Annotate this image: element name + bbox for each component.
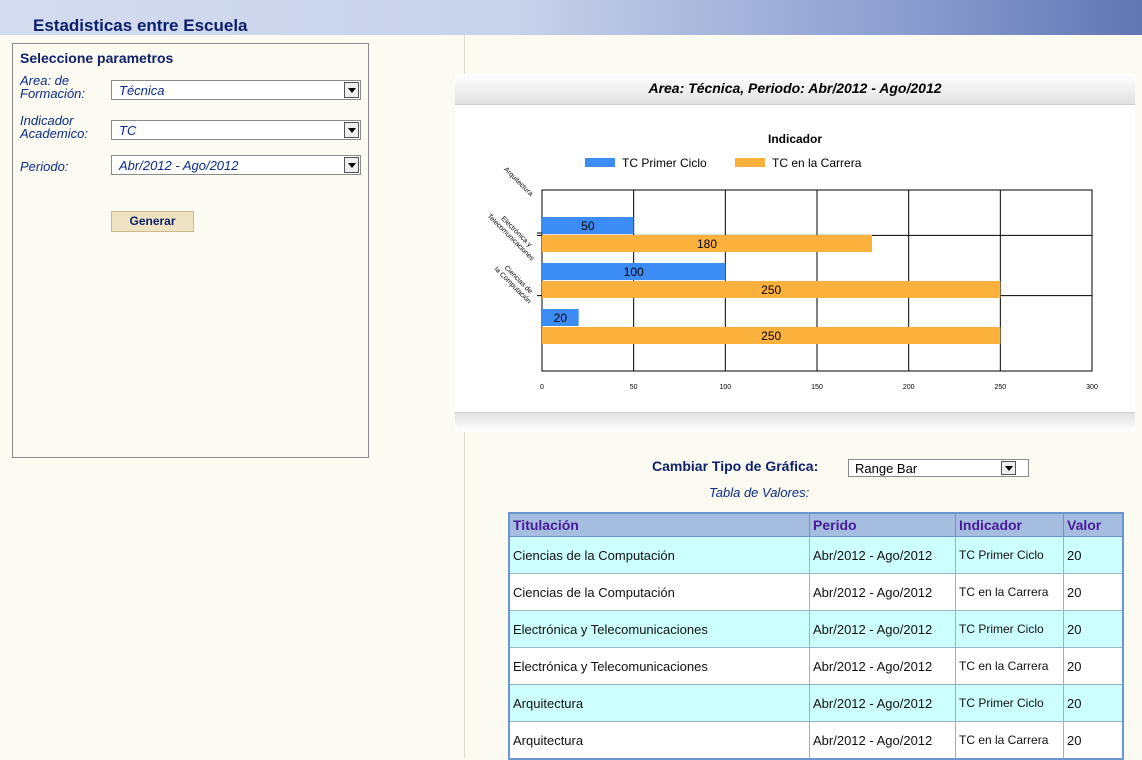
x-tick-label: 200 xyxy=(903,384,915,391)
parameters-header: Seleccione parametros xyxy=(20,50,174,66)
column-header-titulacion: Titulación xyxy=(508,512,810,537)
chart-header-bar: Area: Técnica, Periodo: Abr/2012 - Ago/2… xyxy=(455,74,1135,105)
cell-titulacion: Electrónica y Telecomunicaciones xyxy=(508,610,810,648)
bar-label: 250 xyxy=(761,329,781,343)
column-header-valor: Valor xyxy=(1063,512,1124,537)
bar-label: 50 xyxy=(581,219,595,233)
values-table: Titulación Perido Indicador Valor Cienci… xyxy=(508,512,1124,760)
cell-valor: 20 xyxy=(1063,684,1124,722)
parameters-panel: Seleccione parametros Area: de Formación… xyxy=(12,43,369,458)
chart-header: Area: Técnica, Periodo: Abr/2012 - Ago/2… xyxy=(648,80,942,96)
cell-indicador: TC Primer Ciclo xyxy=(955,536,1064,574)
chart-type-value: Range Bar xyxy=(855,461,918,476)
cell-titulacion: Arquitectura xyxy=(508,684,810,722)
bar-label: 100 xyxy=(624,265,644,279)
cell-periodo: Abr/2012 - Ago/2012 xyxy=(809,573,956,611)
chart-container: Area: Técnica, Periodo: Abr/2012 - Ago/2… xyxy=(455,74,1135,432)
cell-periodo: Abr/2012 - Ago/2012 xyxy=(809,647,956,685)
cell-valor: 20 xyxy=(1063,721,1124,760)
x-tick-label: 250 xyxy=(994,384,1006,391)
bar-label: 250 xyxy=(761,283,781,297)
cell-titulacion: Ciencias de la Computación xyxy=(508,573,810,611)
cell-valor: 20 xyxy=(1063,573,1124,611)
chevron-down-icon[interactable] xyxy=(1001,461,1016,475)
x-tick-label: 300 xyxy=(1086,384,1098,391)
cell-titulacion: Ciencias de la Computación xyxy=(508,536,810,574)
table-caption: Tabla de Valores: xyxy=(709,485,810,500)
table-row: Ciencias de la Computación Abr/2012 - Ag… xyxy=(508,536,1124,574)
chart-title: Indicador xyxy=(768,132,822,146)
title-bar: Estadisticas entre Escuela xyxy=(0,0,1142,35)
table-row: Ciencias de la Computación Abr/2012 - Ag… xyxy=(508,573,1124,611)
legend-swatch xyxy=(585,158,615,167)
cell-indicador: TC en la Carrera xyxy=(955,647,1064,685)
y-category-label: Arquitectura xyxy=(502,166,534,198)
x-tick-label: 100 xyxy=(719,384,731,391)
area-select[interactable]: Técnica xyxy=(111,80,361,100)
indicador-select[interactable]: TC xyxy=(111,120,361,140)
chevron-down-icon[interactable] xyxy=(344,122,359,138)
periodo-select[interactable]: Abr/2012 - Ago/2012 xyxy=(111,155,361,175)
legend-swatch xyxy=(735,158,765,167)
cell-titulacion: Arquitectura xyxy=(508,721,810,760)
table-row: Electrónica y Telecomunicaciones Abr/201… xyxy=(508,647,1124,685)
x-tick-label: 50 xyxy=(630,384,638,391)
generate-button[interactable]: Generar xyxy=(111,211,194,232)
table-row: Arquitectura Abr/2012 - Ago/2012 TC Prim… xyxy=(508,684,1124,722)
chart-type-label: Cambiar Tipo de Gráfica: xyxy=(652,458,819,474)
x-tick-label: 0 xyxy=(540,384,544,391)
y-category-label: Electrónica yTelecomunicaciones xyxy=(486,213,536,263)
legend-label: TC Primer Ciclo xyxy=(622,156,707,170)
y-category-label-line: Arquitectura xyxy=(502,166,534,198)
page-title: Estadisticas entre Escuela xyxy=(33,16,248,35)
x-tick-label: 150 xyxy=(811,384,823,391)
periodo-select-value: Abr/2012 - Ago/2012 xyxy=(119,158,239,173)
bar-label: 20 xyxy=(554,311,568,325)
cell-periodo: Abr/2012 - Ago/2012 xyxy=(809,684,956,722)
legend-label: TC en la Carrera xyxy=(772,156,862,170)
bar-label: 180 xyxy=(697,237,717,251)
cell-valor: 20 xyxy=(1063,647,1124,685)
indicador-label: Indicador Academico: xyxy=(20,113,88,141)
y-category-label: Ciencias dela Computación xyxy=(493,265,534,306)
chevron-down-icon[interactable] xyxy=(344,157,359,173)
chart-type-select[interactable]: Range Bar xyxy=(848,459,1029,477)
table-row: Electrónica y Telecomunicaciones Abr/201… xyxy=(508,610,1124,648)
cell-indicador: TC Primer Ciclo xyxy=(955,610,1064,648)
cell-periodo: Abr/2012 - Ago/2012 xyxy=(809,721,956,760)
indicador-select-value: TC xyxy=(119,123,137,138)
cell-indicador: TC en la Carrera xyxy=(955,573,1064,611)
periodo-label: Periodo: xyxy=(20,159,69,174)
column-header-perido: Perido xyxy=(809,512,956,537)
cell-valor: 20 xyxy=(1063,536,1124,574)
column-header-indicador: Indicador xyxy=(955,512,1064,537)
cell-titulacion: Electrónica y Telecomunicaciones xyxy=(508,647,810,685)
table-header-row: Titulación Perido Indicador Valor xyxy=(508,512,1124,537)
cell-indicador: TC en la Carrera xyxy=(955,721,1064,760)
cell-valor: 20 xyxy=(1063,610,1124,648)
cell-periodo: Abr/2012 - Ago/2012 xyxy=(809,536,956,574)
chart-footer-bar xyxy=(455,412,1135,432)
cell-indicador: TC Primer Ciclo xyxy=(955,684,1064,722)
bar-chart: Indicador TC Primer Ciclo TC en la Carrera… xyxy=(486,132,1098,391)
cell-periodo: Abr/2012 - Ago/2012 xyxy=(809,610,956,648)
area-select-value: Técnica xyxy=(119,83,165,98)
chevron-down-icon[interactable] xyxy=(344,82,359,98)
area-label: Area: de Formación: xyxy=(20,73,86,101)
table-row: Arquitectura Abr/2012 - Ago/2012 TC en l… xyxy=(508,721,1124,760)
